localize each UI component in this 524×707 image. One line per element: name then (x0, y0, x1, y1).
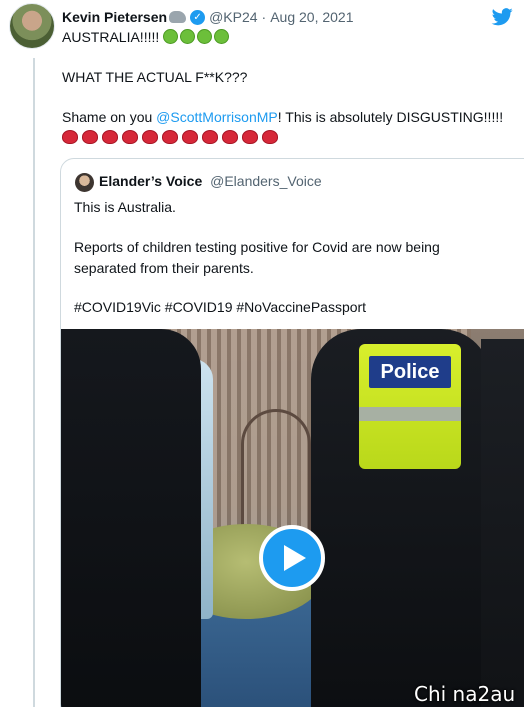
play-icon (284, 545, 306, 571)
nauseated-face-icon (197, 29, 213, 44)
verified-badge-icon: ✓ (190, 9, 206, 25)
vest-reflective-band (359, 407, 461, 421)
tweet-text-line-3: Shame on you @ScottMorrisonMP! This is a… (62, 109, 503, 125)
nauseated-face-icon (163, 29, 179, 44)
quoted-line2: Reports of children testing positive for… (74, 239, 440, 255)
quoted-avatar[interactable] (75, 173, 94, 192)
avatar[interactable] (9, 3, 55, 49)
quoted-author-handle[interactable]: @Elanders_Voice (210, 173, 322, 189)
quoted-tweet-card[interactable]: Elander’s Voice @Elanders_Voice This is … (60, 158, 524, 707)
tweet-date[interactable]: Aug 20, 2021 (270, 9, 353, 25)
officer-far-right (481, 339, 524, 707)
twitter-bird-icon[interactable] (490, 6, 514, 28)
angry-face-icon (142, 130, 158, 144)
video-player[interactable]: Police (61, 329, 524, 707)
tweet-line2: WHAT THE ACTUAL F**K??? (62, 69, 248, 85)
tweet-line3-before: Shame on you (62, 109, 157, 125)
nauseated-face-icon (214, 29, 230, 44)
angry-face-icon (182, 130, 198, 144)
nauseated-face-icon (180, 29, 196, 44)
quoted-author-name[interactable]: Elander’s Voice (99, 173, 202, 189)
thread-line (33, 58, 35, 707)
rhino-icon (169, 11, 187, 23)
tweet-line1: AUSTRALIA!!!!! (62, 29, 160, 45)
separator: · (261, 9, 267, 25)
angry-face-icon (82, 130, 98, 144)
officer-left (61, 329, 201, 707)
mention-link[interactable]: @ScottMorrisonMP (156, 109, 278, 125)
angry-face-icon (222, 130, 238, 144)
author-name[interactable]: Kevin Pietersen (62, 9, 167, 25)
quoted-line3: separated from their parents. (74, 260, 254, 276)
quoted-line1: This is Australia. (74, 199, 176, 215)
play-button[interactable] (259, 525, 325, 591)
angry-face-icon (102, 130, 118, 144)
angry-face-icon (242, 130, 258, 144)
police-vest-label: Police (369, 356, 451, 388)
author-handle[interactable]: @KP24 (209, 9, 257, 25)
quoted-hashtags[interactable]: #COVID19Vic #COVID19 #NoVaccinePassport (74, 299, 366, 315)
angry-face-icon (262, 130, 278, 144)
quoted-header: Elander’s Voice @Elanders_Voice (99, 173, 322, 189)
angry-face-icon (162, 130, 178, 144)
angry-face-icon (202, 130, 218, 144)
angry-face-icon (62, 130, 78, 144)
tweet-header: Kevin Pietersen ✓ @KP24 · Aug 20, 2021 (62, 6, 514, 28)
angry-emoji-row (62, 129, 282, 145)
tweet-line3-after: ! This is absolutely DISGUSTING!!!!! (277, 109, 504, 125)
tweet-text-line-1: AUSTRALIA!!!!! (62, 29, 231, 45)
watermark: Chi na2au (414, 682, 516, 706)
angry-face-icon (122, 130, 138, 144)
